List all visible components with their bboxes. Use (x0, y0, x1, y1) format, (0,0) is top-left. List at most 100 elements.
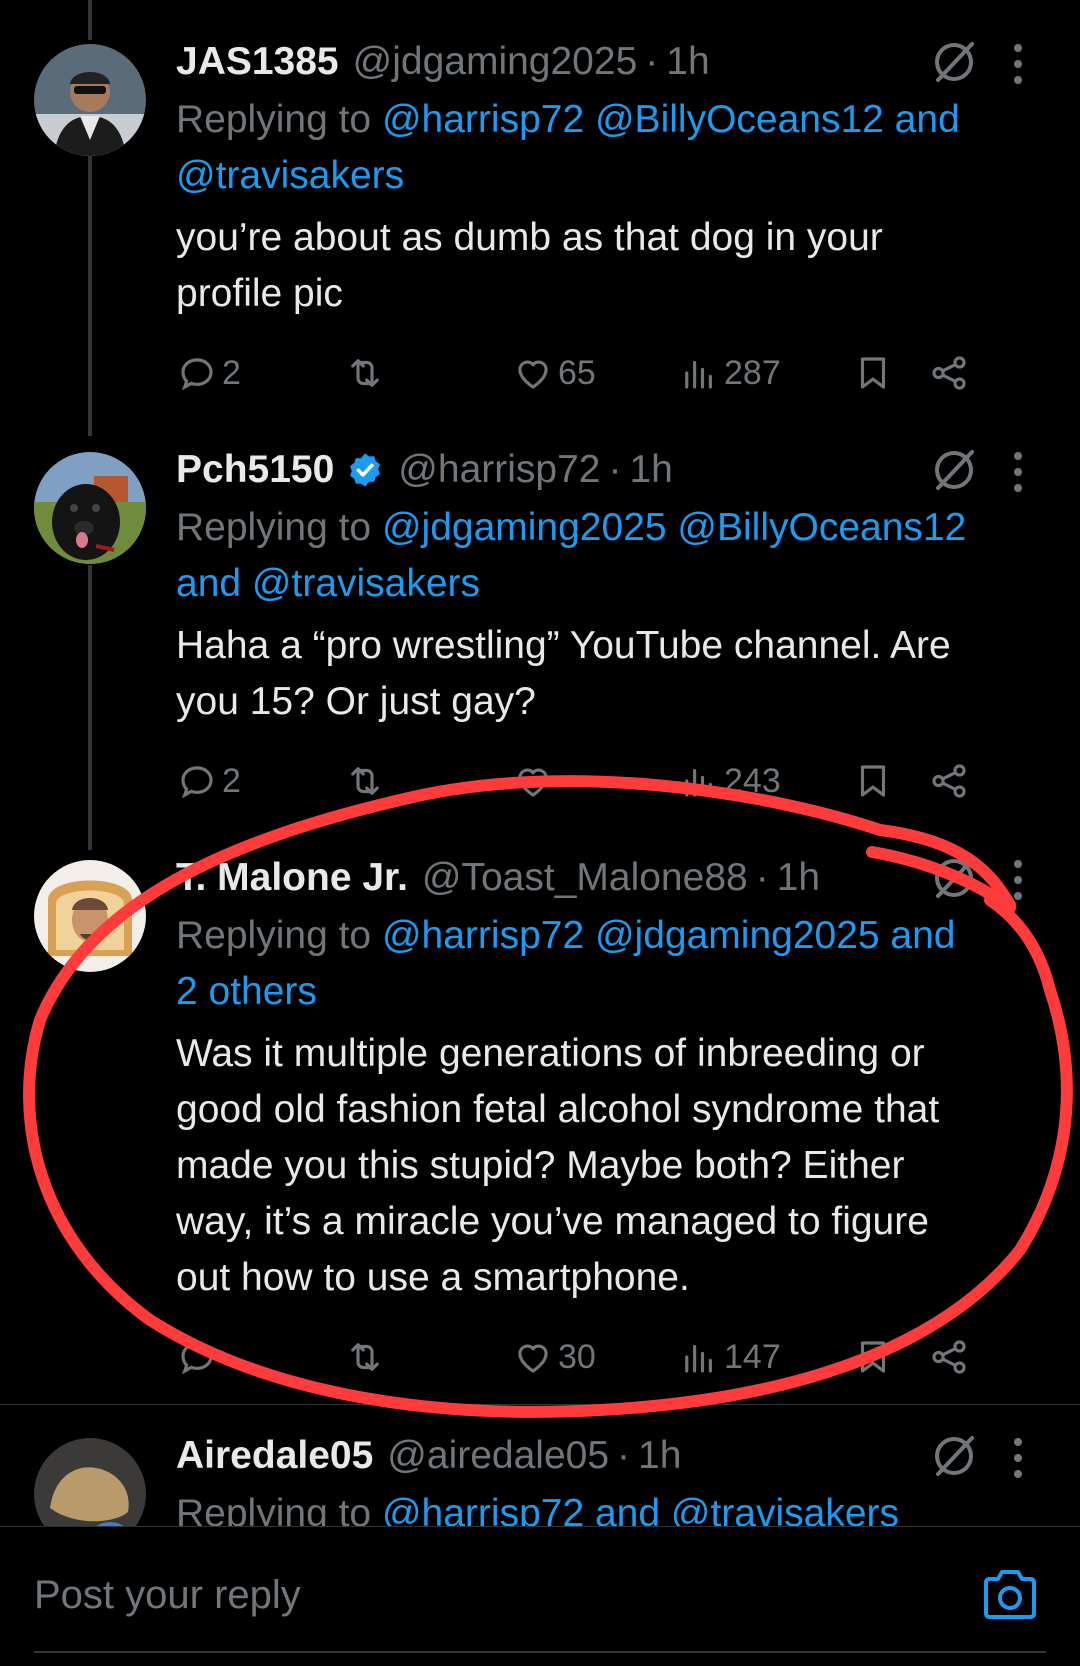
avatar[interactable] (34, 860, 146, 972)
tweet[interactable]: JAS1385 @jdgaming2025 · 1h Replying to @… (0, 36, 1080, 406)
reply-button[interactable]: 2 (176, 756, 241, 806)
tweet-text-line: Was it multiple generations of inbreedin… (176, 1032, 925, 1075)
grok-icon[interactable] (928, 852, 980, 904)
more-icon[interactable] (1012, 1436, 1024, 1480)
reply-icon (181, 358, 213, 391)
action-bar: 2 65 287 (176, 348, 1040, 398)
replying-to-label: Replying to (176, 98, 382, 141)
reply-icon (181, 766, 213, 799)
mention-link[interactable]: @travisakers (176, 154, 404, 197)
post-time[interactable]: 1h (629, 444, 672, 496)
tweet-text-line: profile pic (176, 272, 343, 315)
avatar-image (34, 1438, 146, 1526)
separator-dot: · (755, 856, 769, 899)
bookmark-button[interactable] (852, 348, 894, 398)
views-count: 287 (724, 353, 781, 392)
tweet[interactable]: Airedale05 @airedale05 · 1h Replying to … (0, 1430, 1080, 1526)
tweet-text: you’re about as dumb as that dog in your… (176, 210, 1040, 322)
like-count: 65 (558, 353, 596, 392)
composer-underline (34, 1651, 1046, 1653)
retweet-icon (351, 359, 379, 387)
like-icon (518, 1344, 548, 1373)
bookmark-button[interactable] (852, 756, 894, 806)
replying-to: Replying to @jdgaming2025 @BillyOceans12… (176, 500, 1040, 612)
like-button[interactable]: 65 (512, 348, 596, 398)
mention-link[interactable]: @jdgaming2025 @BillyOceans12 (382, 506, 966, 549)
share-icon (932, 1340, 966, 1374)
like-button[interactable] (512, 756, 558, 806)
reply-icon (181, 1342, 213, 1375)
views-icon (685, 768, 712, 797)
retweet-button[interactable] (344, 756, 390, 806)
replying-to-label: Replying to (176, 506, 382, 549)
avatar[interactable] (34, 1438, 146, 1526)
replying-to: Replying to @harrisp72 @jdgaming2025 and… (176, 908, 1040, 1020)
reply-button[interactable] (176, 1332, 222, 1382)
tweet-text: Haha a “pro wrestling” YouTube channel. … (176, 618, 1040, 730)
tweet-text-line: you 15? Or just gay? (176, 680, 536, 723)
tweet-text-line: out how to use a smartphone. (176, 1256, 690, 1299)
avatar[interactable] (34, 44, 146, 156)
share-button[interactable] (928, 1332, 970, 1382)
tweet-text: Was it multiple generations of inbreedin… (176, 1026, 1040, 1306)
bookmark-icon (860, 357, 886, 389)
author-name[interactable]: Airedale05 (176, 1430, 373, 1482)
post-time[interactable]: 1h (638, 1430, 681, 1482)
action-bar: 30 147 (176, 1332, 1040, 1382)
like-icon (518, 360, 548, 389)
tweet-text-line: made you this stupid? Maybe both? Either (176, 1144, 905, 1187)
bookmark-button[interactable] (852, 1332, 894, 1382)
tweet-text-line: way, it’s a miracle you’ve managed to fi… (176, 1200, 929, 1243)
tweet[interactable]: T. Malone Jr. @Toast_Malone88 · 1h Reply… (0, 852, 1080, 1382)
views-button[interactable]: 243 (678, 756, 781, 806)
views-count: 147 (724, 1337, 781, 1376)
reply-count: 2 (222, 761, 241, 800)
mention-link[interactable]: 2 others (176, 970, 317, 1013)
share-icon (932, 764, 966, 798)
replying-to-label: Replying to (176, 1492, 382, 1526)
author-name[interactable]: Pch5150 (176, 444, 334, 496)
grok-icon[interactable] (928, 36, 980, 88)
tweet-text-line: good old fashion fetal alcohol syndrome … (176, 1088, 940, 1131)
mention-link[interactable]: @harrisp72 @jdgaming2025 and (382, 914, 956, 957)
grok-icon[interactable] (928, 444, 980, 496)
author-handle[interactable]: @jdgaming2025 (353, 36, 638, 88)
author-handle[interactable]: @airedale05 (387, 1430, 609, 1482)
author-name[interactable]: T. Malone Jr. (176, 852, 408, 904)
divider (0, 1404, 1080, 1405)
like-button[interactable]: 30 (512, 1332, 596, 1382)
camera-icon[interactable] (980, 1567, 1040, 1623)
share-button[interactable] (928, 756, 970, 806)
reply-button[interactable]: 2 (176, 348, 241, 398)
more-icon[interactable] (1012, 858, 1024, 902)
views-button[interactable]: 147 (678, 1332, 781, 1382)
post-time[interactable]: 1h (666, 36, 709, 88)
bookmark-icon (860, 765, 886, 797)
author-handle[interactable]: @Toast_Malone88 (422, 852, 748, 904)
views-button[interactable]: 287 (678, 348, 781, 398)
more-icon[interactable] (1012, 450, 1024, 494)
author-handle[interactable]: @harrisp72 (398, 444, 600, 496)
views-icon (685, 1344, 712, 1373)
retweet-icon (351, 1343, 379, 1371)
reply-input[interactable] (34, 1565, 934, 1625)
bookmark-icon (860, 1341, 886, 1373)
avatar[interactable] (34, 452, 146, 564)
author-name[interactable]: JAS1385 (176, 36, 339, 88)
retweet-button[interactable] (344, 348, 390, 398)
mention-link[interactable]: and @travisakers (176, 562, 480, 605)
mention-link[interactable]: @harrisp72 @BillyOceans12 and (382, 98, 960, 141)
share-button[interactable] (928, 348, 970, 398)
replying-to: Replying to @harrisp72 and @travisakers (176, 1486, 1040, 1526)
more-icon[interactable] (1012, 42, 1024, 86)
mention-link[interactable]: @harrisp72 and @travisakers (382, 1492, 899, 1526)
grok-icon[interactable] (928, 1430, 980, 1482)
separator-dot: · (608, 448, 622, 491)
avatar-image (34, 44, 146, 156)
avatar-image (34, 452, 146, 564)
retweet-button[interactable] (344, 1332, 390, 1382)
tweet-text-line: Haha a “pro wrestling” YouTube channel. … (176, 624, 951, 667)
post-time[interactable]: 1h (777, 852, 820, 904)
separator-dot: · (645, 40, 659, 83)
tweet[interactable]: Pch5150 @harrisp72 · 1h Replying to @jdg… (0, 444, 1080, 814)
